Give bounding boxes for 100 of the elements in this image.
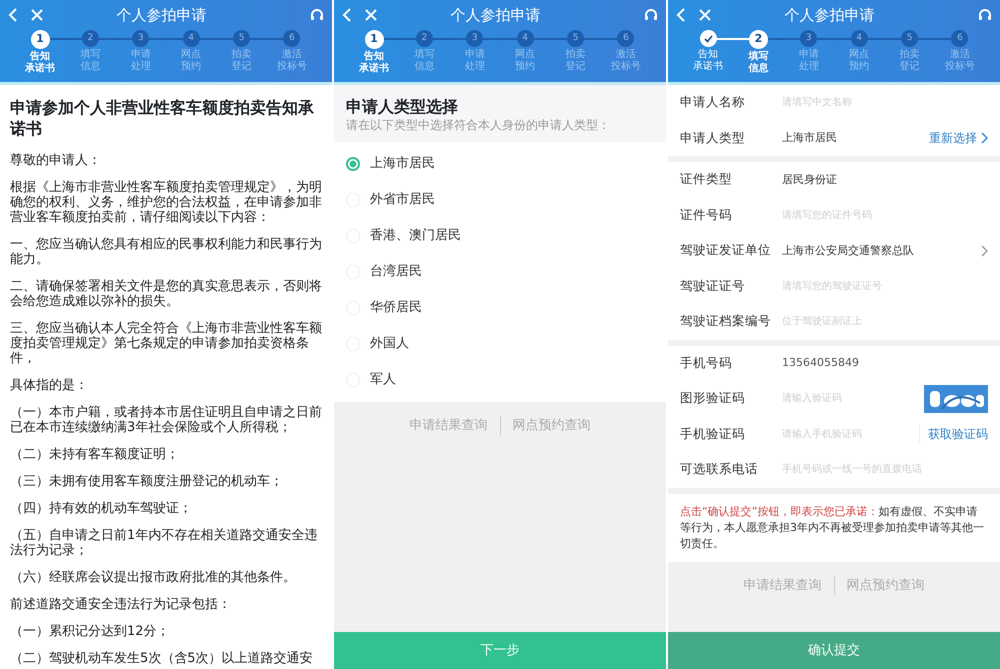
step-number[interactable]: 3 — [800, 30, 818, 47]
step-label: 承诺书 — [359, 63, 389, 75]
notice-paragraph: （二）驾驶机动车发生5次（含5次）以上道路交通安 — [10, 651, 314, 666]
appointment-query-link[interactable]: 网点预约查询 — [512, 416, 590, 436]
result-query-link[interactable]: 申请结果查询 — [410, 416, 488, 436]
step-label: 预约 — [515, 61, 536, 73]
section-heading: 申请人类型选择 — [346, 97, 459, 116]
step-label: 告知 — [364, 51, 384, 62]
option-label: 香港、澳门居民 — [370, 227, 461, 246]
back-icon[interactable] — [342, 8, 351, 22]
close-icon[interactable] — [365, 9, 377, 21]
step-label: 填写 — [414, 49, 434, 60]
close-icon[interactable] — [699, 9, 711, 21]
back-icon[interactable] — [8, 8, 17, 22]
notice-paragraph: 三、您应当确认本人完全符合《上海市非营业性客车额度拍卖管理规定》第七条规定的申请参加拍卖资格条件， — [10, 321, 322, 366]
notice-paragraph: （三）未拥有使用客车额度注册登记的机动车； — [10, 474, 284, 489]
step-number[interactable]: 5 — [233, 30, 250, 47]
back-icon[interactable] — [676, 8, 685, 22]
step-label: 告知 — [30, 51, 50, 62]
step-label: 拍卖 — [566, 49, 586, 61]
radio-option[interactable]: 外省市居民 — [334, 182, 666, 218]
step-label: 处理 — [464, 61, 485, 73]
field-label: 申请人类型 — [680, 128, 746, 147]
get-code-button[interactable]: 获取验证码 — [919, 425, 988, 444]
notice-paragraph: （二）未持有客车额度证明； — [10, 447, 180, 462]
radio-option[interactable]: 外国人 — [334, 326, 666, 362]
radio-option[interactable]: 军人 — [334, 362, 666, 398]
close-icon[interactable] — [31, 9, 43, 21]
notice-paragraph: （六）经联席会议提出报市政府批准的其他条件。 — [10, 570, 297, 585]
notice-paragraph: 前述道路交通安全违法行为记录包括： — [10, 597, 232, 612]
commitment-text: 点击“确认提交”按钮，即表示您已承诺：如有虚假、不实申请等行为，本人愿意承担3年内不再被受理参加拍卖申请等其他一切责任。 — [668, 494, 1000, 562]
step-label: 处理 — [798, 61, 819, 73]
screen-title: 个人参拍申请 — [450, 4, 542, 26]
step-number[interactable]: 4 — [850, 30, 868, 47]
option-label: 外国人 — [370, 335, 409, 354]
step-number[interactable]: 6 — [617, 30, 634, 47]
step-number[interactable]: 2 — [416, 30, 433, 47]
step-number[interactable]: 2 — [82, 30, 99, 47]
field-label: 驾驶证档案编号 — [680, 312, 772, 330]
notice-paragraph: （五）自申请之日前1年内不存在相关道路交通安全违法行为记录； — [10, 528, 318, 558]
field-value: 上海市居民 — [782, 130, 838, 146]
option-label: 华侨居民 — [370, 299, 422, 318]
radio-button[interactable] — [346, 157, 360, 172]
step-number[interactable]: 3 — [466, 30, 484, 47]
field-label: 驾驶证证号 — [680, 276, 746, 295]
step-number[interactable]: 5 — [901, 30, 918, 47]
radio-option[interactable]: 台湾居民 — [334, 254, 666, 290]
step-number[interactable]: 3 — [132, 30, 150, 47]
step-label: 承诺书 — [693, 61, 723, 73]
option-label: 上海市居民 — [370, 155, 435, 174]
reselect-button[interactable]: 重新选择 — [929, 129, 988, 148]
step-label: 投标号 — [944, 61, 975, 73]
field-label: 证件类型 — [680, 170, 733, 188]
step-number[interactable]: 4 — [182, 30, 200, 47]
field-value: 13564055849 — [782, 355, 860, 371]
step-number[interactable]: 1 — [364, 30, 384, 49]
step-label: 信息 — [80, 61, 100, 73]
next-button[interactable]: 下一步 — [334, 632, 666, 669]
step-number[interactable]: 2 — [748, 30, 768, 49]
step-label: 网点 — [181, 49, 202, 61]
step-label: 信息 — [748, 63, 768, 75]
appointment-query-link[interactable]: 网点预约查询 — [846, 576, 924, 595]
chevron-icon — [981, 132, 988, 144]
field-label: 手机验证码 — [680, 424, 746, 443]
field-label: 证件号码 — [680, 206, 733, 224]
headset-icon[interactable] — [978, 8, 992, 22]
radio-option[interactable]: 上海市居民 — [334, 146, 666, 182]
field-label: 手机号码 — [680, 354, 733, 372]
step-number[interactable]: 5 — [567, 30, 584, 47]
step-label: 信息 — [414, 61, 434, 73]
step-number[interactable]: 4 — [516, 30, 534, 47]
step-label: 申请 — [130, 49, 151, 60]
step-label: 投标号 — [276, 61, 307, 73]
notice-heading: 申请参加个人非营业性客车额度拍卖告知承诺书 — [10, 97, 315, 139]
field-label: 申请人名称 — [680, 93, 746, 112]
step-label: 登记 — [566, 61, 586, 73]
notice-paragraph: （一）累积记分达到12分； — [10, 624, 171, 639]
step-label: 填写 — [748, 51, 768, 62]
result-query-link[interactable]: 申请结果查询 — [744, 576, 822, 595]
notice-paragraph: 尊敬的申请人： — [10, 153, 102, 168]
step-number[interactable]: 6 — [951, 30, 968, 47]
radio-option[interactable]: 华侨居民 — [334, 290, 666, 326]
notice-paragraph: 一、您应当确认您具有相应的民事权利能力和民事行为能力。 — [10, 237, 322, 267]
chevron-icon — [981, 244, 988, 257]
field-label: 驾驶证发证单位 — [680, 241, 772, 260]
step-label: 处理 — [130, 61, 151, 73]
check-icon[interactable] — [700, 30, 716, 47]
option-label: 台湾居民 — [370, 263, 422, 282]
step-label: 申请 — [464, 49, 485, 60]
step-label: 填写 — [80, 49, 100, 60]
step-number[interactable]: 1 — [30, 30, 50, 49]
screen-title: 个人参拍申请 — [784, 4, 876, 26]
headset-icon[interactable] — [644, 8, 658, 22]
step-number[interactable]: 6 — [283, 30, 300, 47]
radio-option[interactable]: 香港、澳门居民 — [334, 218, 666, 254]
step-label: 预约 — [181, 61, 202, 73]
step-label: 承诺书 — [25, 63, 55, 75]
step-label: 登记 — [232, 61, 252, 73]
notice-paragraph: 具体指的是： — [10, 378, 89, 393]
headset-icon[interactable] — [310, 8, 324, 22]
